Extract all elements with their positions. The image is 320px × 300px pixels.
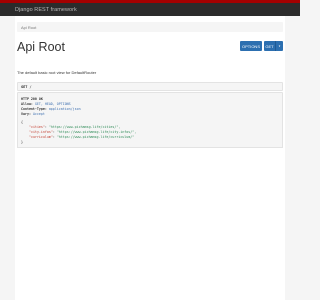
get-button-group[interactable]: GET ▾ [264,41,283,51]
json-link[interactable]: "https://www.pichamsg.life/curriculum/" [57,135,134,139]
get-button[interactable]: GET [264,41,276,51]
response-body: { "cities": "https://www.pichamsg.life/c… [17,116,283,148]
view-description: The default basic root view for DefaultR… [17,70,97,75]
chevron-down-icon[interactable]: ▾ [276,41,283,51]
content-container: Api Root Api Root OPTIONS GET ▾ The defa… [15,16,285,300]
navbar-brand[interactable]: Django REST framework [15,7,77,13]
breadcrumb-item[interactable]: Api Root [21,25,36,30]
page-title: Api Root [17,40,65,54]
navbar: Django REST framework [0,3,300,16]
json-link[interactable]: "https://www.pichamsg.life/city-infos/", [57,130,136,134]
json-close-brace: } [21,140,23,144]
json-link[interactable]: "https://www.pichamsg.life/cities/", [49,125,120,129]
breadcrumb: Api Root [17,22,283,32]
page-header: Api Root OPTIONS GET ▾ [17,38,283,68]
options-button[interactable]: OPTIONS [240,41,262,51]
request-info: GET / [17,82,283,91]
request-method: GET [21,84,28,89]
request-path: / [29,84,32,89]
